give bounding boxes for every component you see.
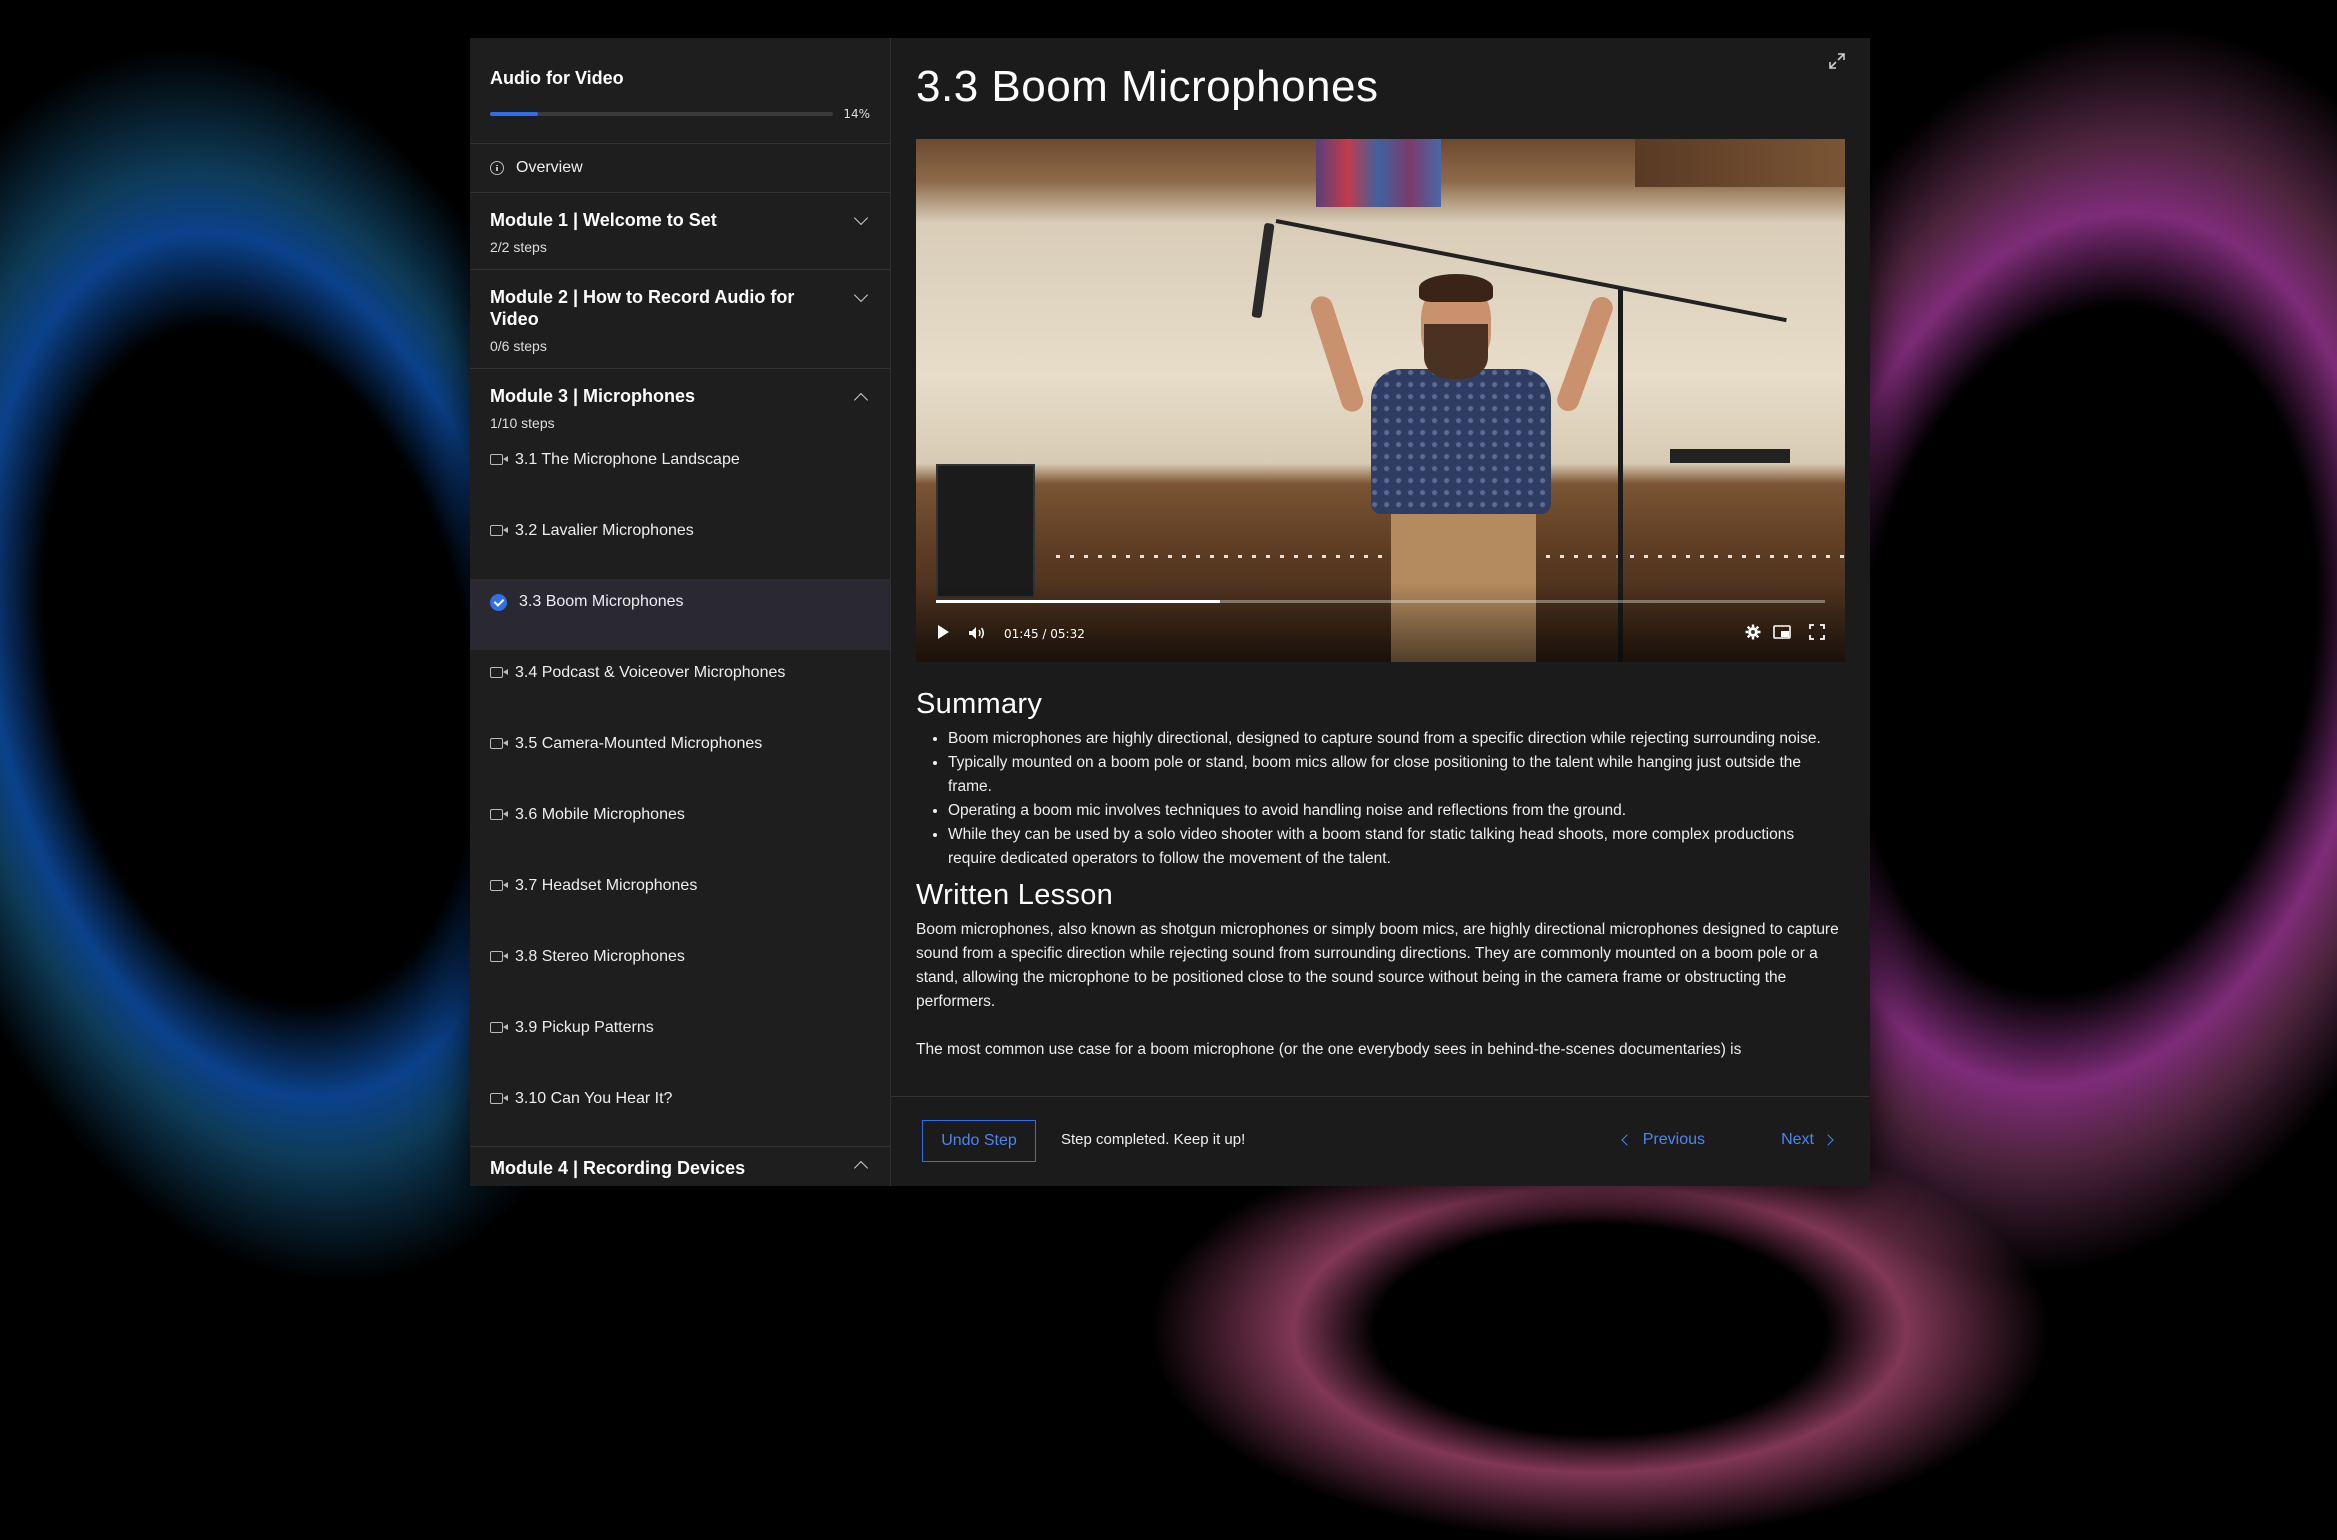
course-progress: 14% [490, 107, 870, 121]
summary-bullet: Typically mounted on a boom pole or stan… [948, 751, 1845, 799]
equipment-rack [936, 464, 1035, 598]
boom-microphone [1251, 222, 1275, 319]
chevron-left-icon [1621, 1134, 1633, 1146]
lesson-label: 3.6 Mobile Microphones [515, 806, 685, 823]
presenter-beard [1424, 324, 1488, 379]
module-2[interactable]: Module 2 | How to Record Audio for Video… [470, 270, 890, 369]
overview-link[interactable]: Overview [470, 144, 890, 193]
lesson-label: 3.1 The Microphone Landscape [515, 451, 740, 468]
picture-in-picture-icon[interactable] [1773, 625, 1791, 639]
overview-label: Overview [516, 159, 583, 176]
video-camera-icon [490, 525, 508, 536]
video-camera-icon [490, 951, 508, 962]
course-player-window: Audio for Video 14% Overview Module 1 | … [470, 38, 1870, 1186]
volume-icon[interactable] [968, 626, 986, 640]
progress-fill [490, 112, 539, 116]
lesson-label: 3.2 Lavalier Microphones [515, 522, 694, 539]
module-3[interactable]: Module 3 | Microphones 1/10 steps [470, 369, 890, 437]
video-player[interactable]: 01:45 / 05:32 [916, 139, 1845, 662]
presenter-arm [1307, 293, 1367, 415]
course-title: Audio for Video [490, 68, 624, 88]
video-scrubber-fill [936, 600, 1221, 603]
lesson-3-4[interactable]: 3.4 Podcast & Voiceover Microphones [470, 650, 890, 721]
play-icon[interactable] [938, 625, 949, 639]
lesson-label: 3.5 Camera-Mounted Microphones [515, 735, 763, 752]
module-title: Module 2 | How to Record Audio for Video [490, 287, 795, 329]
lesson-3-6[interactable]: 3.6 Mobile Microphones [470, 792, 890, 863]
expand-icon[interactable] [1828, 52, 1846, 70]
summary-list: Boom microphones are highly directional,… [916, 727, 1845, 871]
lesson-3-10[interactable]: 3.10 Can You Hear It? [470, 1076, 890, 1147]
summary-bullet: While they can be used by a solo video s… [948, 823, 1845, 871]
keyboard-stand [1670, 449, 1790, 463]
next-button[interactable]: Next [1781, 1131, 1834, 1149]
stained-glass-window [1316, 139, 1441, 207]
summary-heading: Summary [916, 688, 1043, 720]
lesson-label: 3.9 Pickup Patterns [515, 1019, 654, 1036]
page-title: 3.3 Boom Microphones [916, 62, 1379, 111]
lesson-3-7[interactable]: 3.7 Headset Microphones [470, 863, 890, 934]
video-timecode: 01:45 / 05:32 [1004, 627, 1085, 641]
previous-label: Previous [1642, 1131, 1705, 1148]
course-header: Audio for Video 14% [470, 38, 890, 144]
lesson-3-2[interactable]: 3.2 Lavalier Microphones [470, 508, 890, 579]
module-title: Module 1 | Welcome to Set [490, 210, 717, 230]
module-steps: 0/6 steps [490, 338, 547, 354]
video-camera-icon [490, 809, 508, 820]
presenter-arm [1554, 293, 1616, 415]
video-camera-icon [490, 1022, 508, 1033]
info-icon [490, 161, 504, 175]
module-steps: 2/2 steps [490, 239, 547, 255]
lesson-paragraph: The most common use case for a boom micr… [916, 1041, 1742, 1058]
module-steps: 1/10 steps [490, 415, 555, 431]
lesson-3-3[interactable]: 3.3 Boom Microphones [470, 579, 890, 650]
summary-bullet: Operating a boom mic involves techniques… [948, 799, 1845, 823]
video-camera-icon [490, 1093, 508, 1104]
lesson-label: 3.10 Can You Hear It? [515, 1090, 673, 1107]
video-scrubber[interactable] [936, 600, 1825, 603]
video-camera-icon [490, 667, 508, 678]
video-camera-icon [490, 454, 508, 465]
module-title: Module 4 | Recording Devices [490, 1158, 746, 1178]
lesson-label: 3.3 Boom Microphones [519, 593, 684, 610]
undo-step-button[interactable]: Undo Step [922, 1120, 1036, 1162]
check-circle-icon [490, 594, 507, 611]
wood-panel [1635, 139, 1845, 187]
progress-percent: 14% [843, 107, 870, 121]
lesson-3-9[interactable]: 3.9 Pickup Patterns [470, 1005, 890, 1076]
progress-track [490, 112, 834, 116]
gear-icon[interactable] [1745, 624, 1761, 640]
presenter-hair [1419, 274, 1493, 302]
lesson-3-1[interactable]: 3.1 The Microphone Landscape [470, 437, 890, 508]
lesson-content: Summary Boom microphones are highly dire… [916, 688, 1845, 1124]
chevron-right-icon [1822, 1134, 1834, 1146]
lesson-label: 3.8 Stereo Microphones [515, 948, 685, 965]
video-camera-icon [490, 738, 508, 749]
video-camera-icon [490, 880, 508, 891]
module-1[interactable]: Module 1 | Welcome to Set 2/2 steps [470, 193, 890, 270]
course-sidebar: Audio for Video 14% Overview Module 1 | … [470, 38, 891, 1186]
lesson-label: 3.4 Podcast & Voiceover Microphones [515, 664, 786, 681]
written-lesson-heading: Written Lesson [916, 879, 1114, 911]
step-status: Step completed. Keep it up! [1061, 1131, 1246, 1148]
fullscreen-icon[interactable] [1809, 624, 1825, 640]
presenter-shirt [1371, 369, 1551, 514]
lesson-footer: Undo Step Step completed. Keep it up! Pr… [891, 1096, 1870, 1186]
lesson-label: 3.7 Headset Microphones [515, 877, 698, 894]
module-4[interactable]: Module 4 | Recording Devices [470, 1147, 890, 1186]
lesson-3-5[interactable]: 3.5 Camera-Mounted Microphones [470, 721, 890, 792]
previous-button[interactable]: Previous [1621, 1131, 1705, 1149]
summary-bullet: Boom microphones are highly directional,… [948, 727, 1845, 751]
video-controls: 01:45 / 05:32 [916, 582, 1845, 662]
lesson-3-8[interactable]: 3.8 Stereo Microphones [470, 934, 890, 1005]
lesson-paragraph: Boom microphones, also known as shotgun … [916, 921, 1839, 1010]
lesson-main: 3.3 Boom Microphones 01:45 / 05:32 Summa… [891, 38, 1870, 1186]
module-title: Module 3 | Microphones [490, 386, 696, 406]
next-label: Next [1781, 1131, 1814, 1148]
